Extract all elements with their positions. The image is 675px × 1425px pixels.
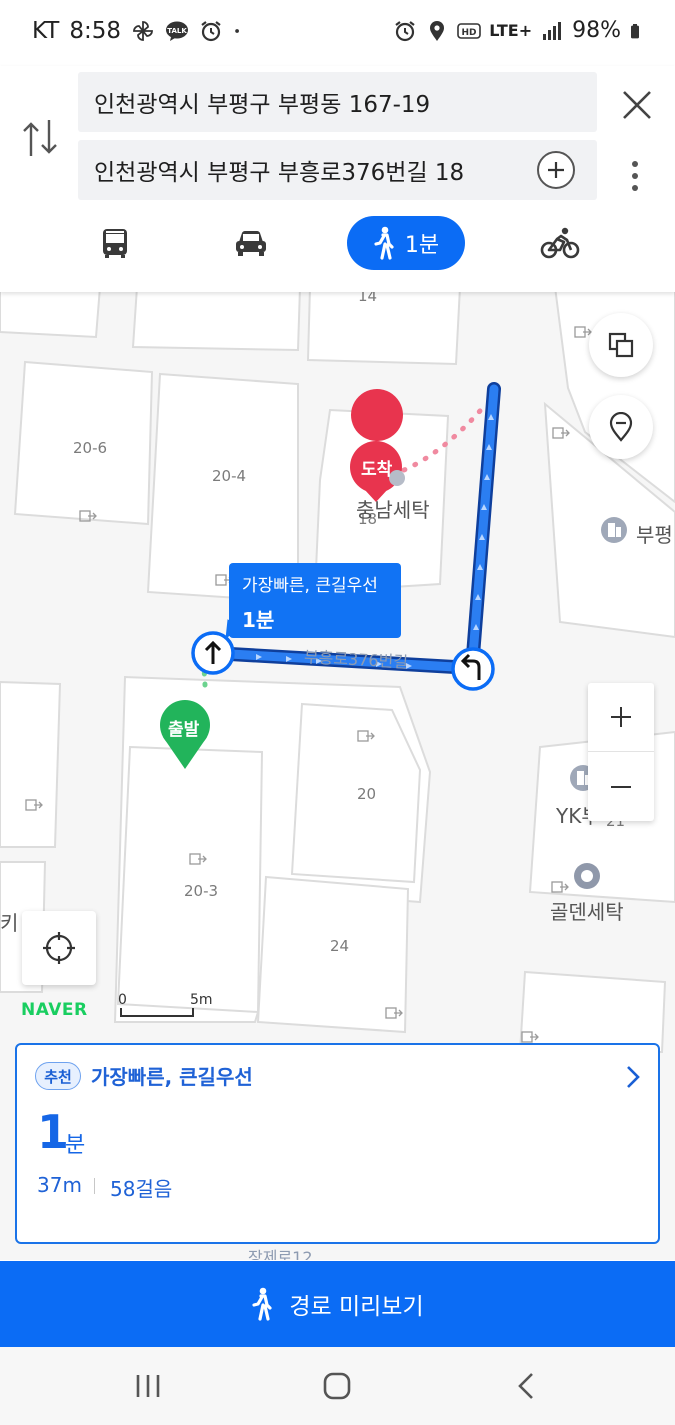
step-count: 58걸음	[110, 1177, 173, 1201]
tab-walk[interactable]: 1분	[347, 216, 465, 270]
route-preview-label: 경로 미리보기	[289, 1294, 424, 1320]
pinwheel-icon	[133, 21, 153, 41]
origin-pin-label: 출발	[168, 720, 200, 740]
network-label: LTE+	[489, 21, 533, 40]
close-icon[interactable]	[618, 86, 656, 124]
lot-label: 20-4	[212, 467, 247, 485]
callout-duration: 1분	[242, 608, 275, 632]
my-location-button[interactable]	[22, 911, 96, 985]
lot-label: 14	[358, 292, 378, 305]
scale-start-label: 0	[118, 992, 127, 1008]
carrier-label: KT	[32, 18, 60, 44]
poi-label[interactable]: 키	[0, 907, 18, 936]
origin-field[interactable]: 인천광역시 부평구 부평동 167-19	[78, 72, 597, 132]
route-callout[interactable]: 가장빠른, 큰길우선 1분	[229, 563, 401, 638]
destination-text: 인천광역시 부평구 부흥로376번길 18	[94, 160, 465, 186]
laundry-poi-icon	[574, 863, 600, 889]
svg-text:HD: HD	[462, 28, 477, 38]
crosshair-icon	[43, 932, 75, 964]
poi-label[interactable]: 골덴세탁	[550, 896, 624, 925]
road-label: 장제로12	[248, 1248, 313, 1260]
status-left: KT 8:58 TALK	[32, 18, 247, 44]
minus-icon	[611, 785, 631, 788]
poi-label[interactable]: 충남세탁	[356, 494, 430, 523]
destination-pin-label: 도착	[361, 460, 393, 480]
system-navigation-bar	[0, 1347, 675, 1425]
destination-field[interactable]: 인천광역시 부평구 부흥로376번길 18	[78, 140, 597, 200]
plus-icon	[611, 707, 631, 727]
swap-icon[interactable]	[20, 116, 60, 160]
divider	[94, 1178, 95, 1194]
layers-icon	[608, 332, 634, 358]
hd-icon: HD	[457, 22, 482, 39]
add-waypoint-button[interactable]	[537, 151, 575, 189]
walk-icon	[252, 1287, 272, 1321]
plus-icon	[548, 162, 564, 178]
duration-unit: 분	[65, 1133, 86, 1158]
poi-label[interactable]: 부평	[636, 519, 673, 548]
tab-bike[interactable]	[536, 216, 584, 270]
scale-end-label: 5m	[190, 992, 213, 1008]
location-icon	[430, 20, 445, 41]
origin-text: 인천광역시 부평구 부평동 167-19	[94, 92, 431, 118]
tab-transit[interactable]	[84, 216, 146, 270]
walk-duration: 1분	[404, 233, 440, 258]
lot-label: 20-6	[73, 439, 108, 457]
battery-label: 98%	[572, 18, 621, 43]
route-option-name: 가장빠른, 큰길우선	[91, 1065, 253, 1089]
zoom-out-button[interactable]	[588, 752, 654, 821]
battery-icon	[631, 23, 639, 38]
bike-icon	[540, 227, 580, 259]
status-bar: KT 8:58 TALK HD LTE+ 98%	[0, 0, 675, 66]
signal-icon	[543, 21, 562, 40]
back-icon[interactable]	[510, 1369, 544, 1403]
more-vertical-icon[interactable]	[622, 158, 648, 194]
alarm-icon	[395, 20, 415, 41]
zoom-control	[588, 683, 654, 821]
places-button[interactable]	[589, 395, 653, 459]
dot-icon	[235, 29, 239, 33]
route-distance: 37m	[37, 1173, 82, 1197]
kakaotalk-icon: TALK	[166, 21, 189, 41]
tab-car[interactable]	[220, 216, 282, 270]
walk-icon	[374, 226, 394, 260]
alarm-icon	[201, 21, 221, 42]
recent-apps-icon[interactable]	[131, 1369, 165, 1403]
route-search-header: 인천광역시 부평구 부평동 167-19 인천광역시 부평구 부흥로376번길 …	[0, 66, 675, 292]
naver-logo: NAVER	[21, 1000, 88, 1020]
pin-icon	[609, 412, 633, 442]
lot-label: 20	[357, 785, 377, 803]
recommended-badge: 추천	[35, 1062, 81, 1090]
callout-route-name: 가장빠른, 큰길우선	[242, 576, 378, 596]
chevron-right-icon[interactable]	[622, 1063, 644, 1091]
building-poi-icon	[601, 517, 627, 543]
layers-button[interactable]	[589, 313, 653, 377]
bus-icon	[103, 229, 127, 258]
svg-text:TALK: TALK	[167, 27, 187, 35]
home-icon[interactable]	[320, 1369, 354, 1403]
status-right: HD LTE+ 98%	[393, 18, 645, 43]
clock: 8:58	[69, 18, 122, 44]
lot-label: 24	[330, 937, 350, 955]
lot-label: 20-3	[184, 882, 219, 900]
turn-left-marker	[451, 647, 495, 691]
car-icon	[236, 231, 266, 256]
route-summary-card[interactable]: 추천 가장빠른, 큰길우선 1 분 37m 58걸음	[15, 1043, 660, 1244]
route-preview-button[interactable]: 경로 미리보기	[0, 1261, 675, 1347]
zoom-in-button[interactable]	[588, 683, 654, 752]
